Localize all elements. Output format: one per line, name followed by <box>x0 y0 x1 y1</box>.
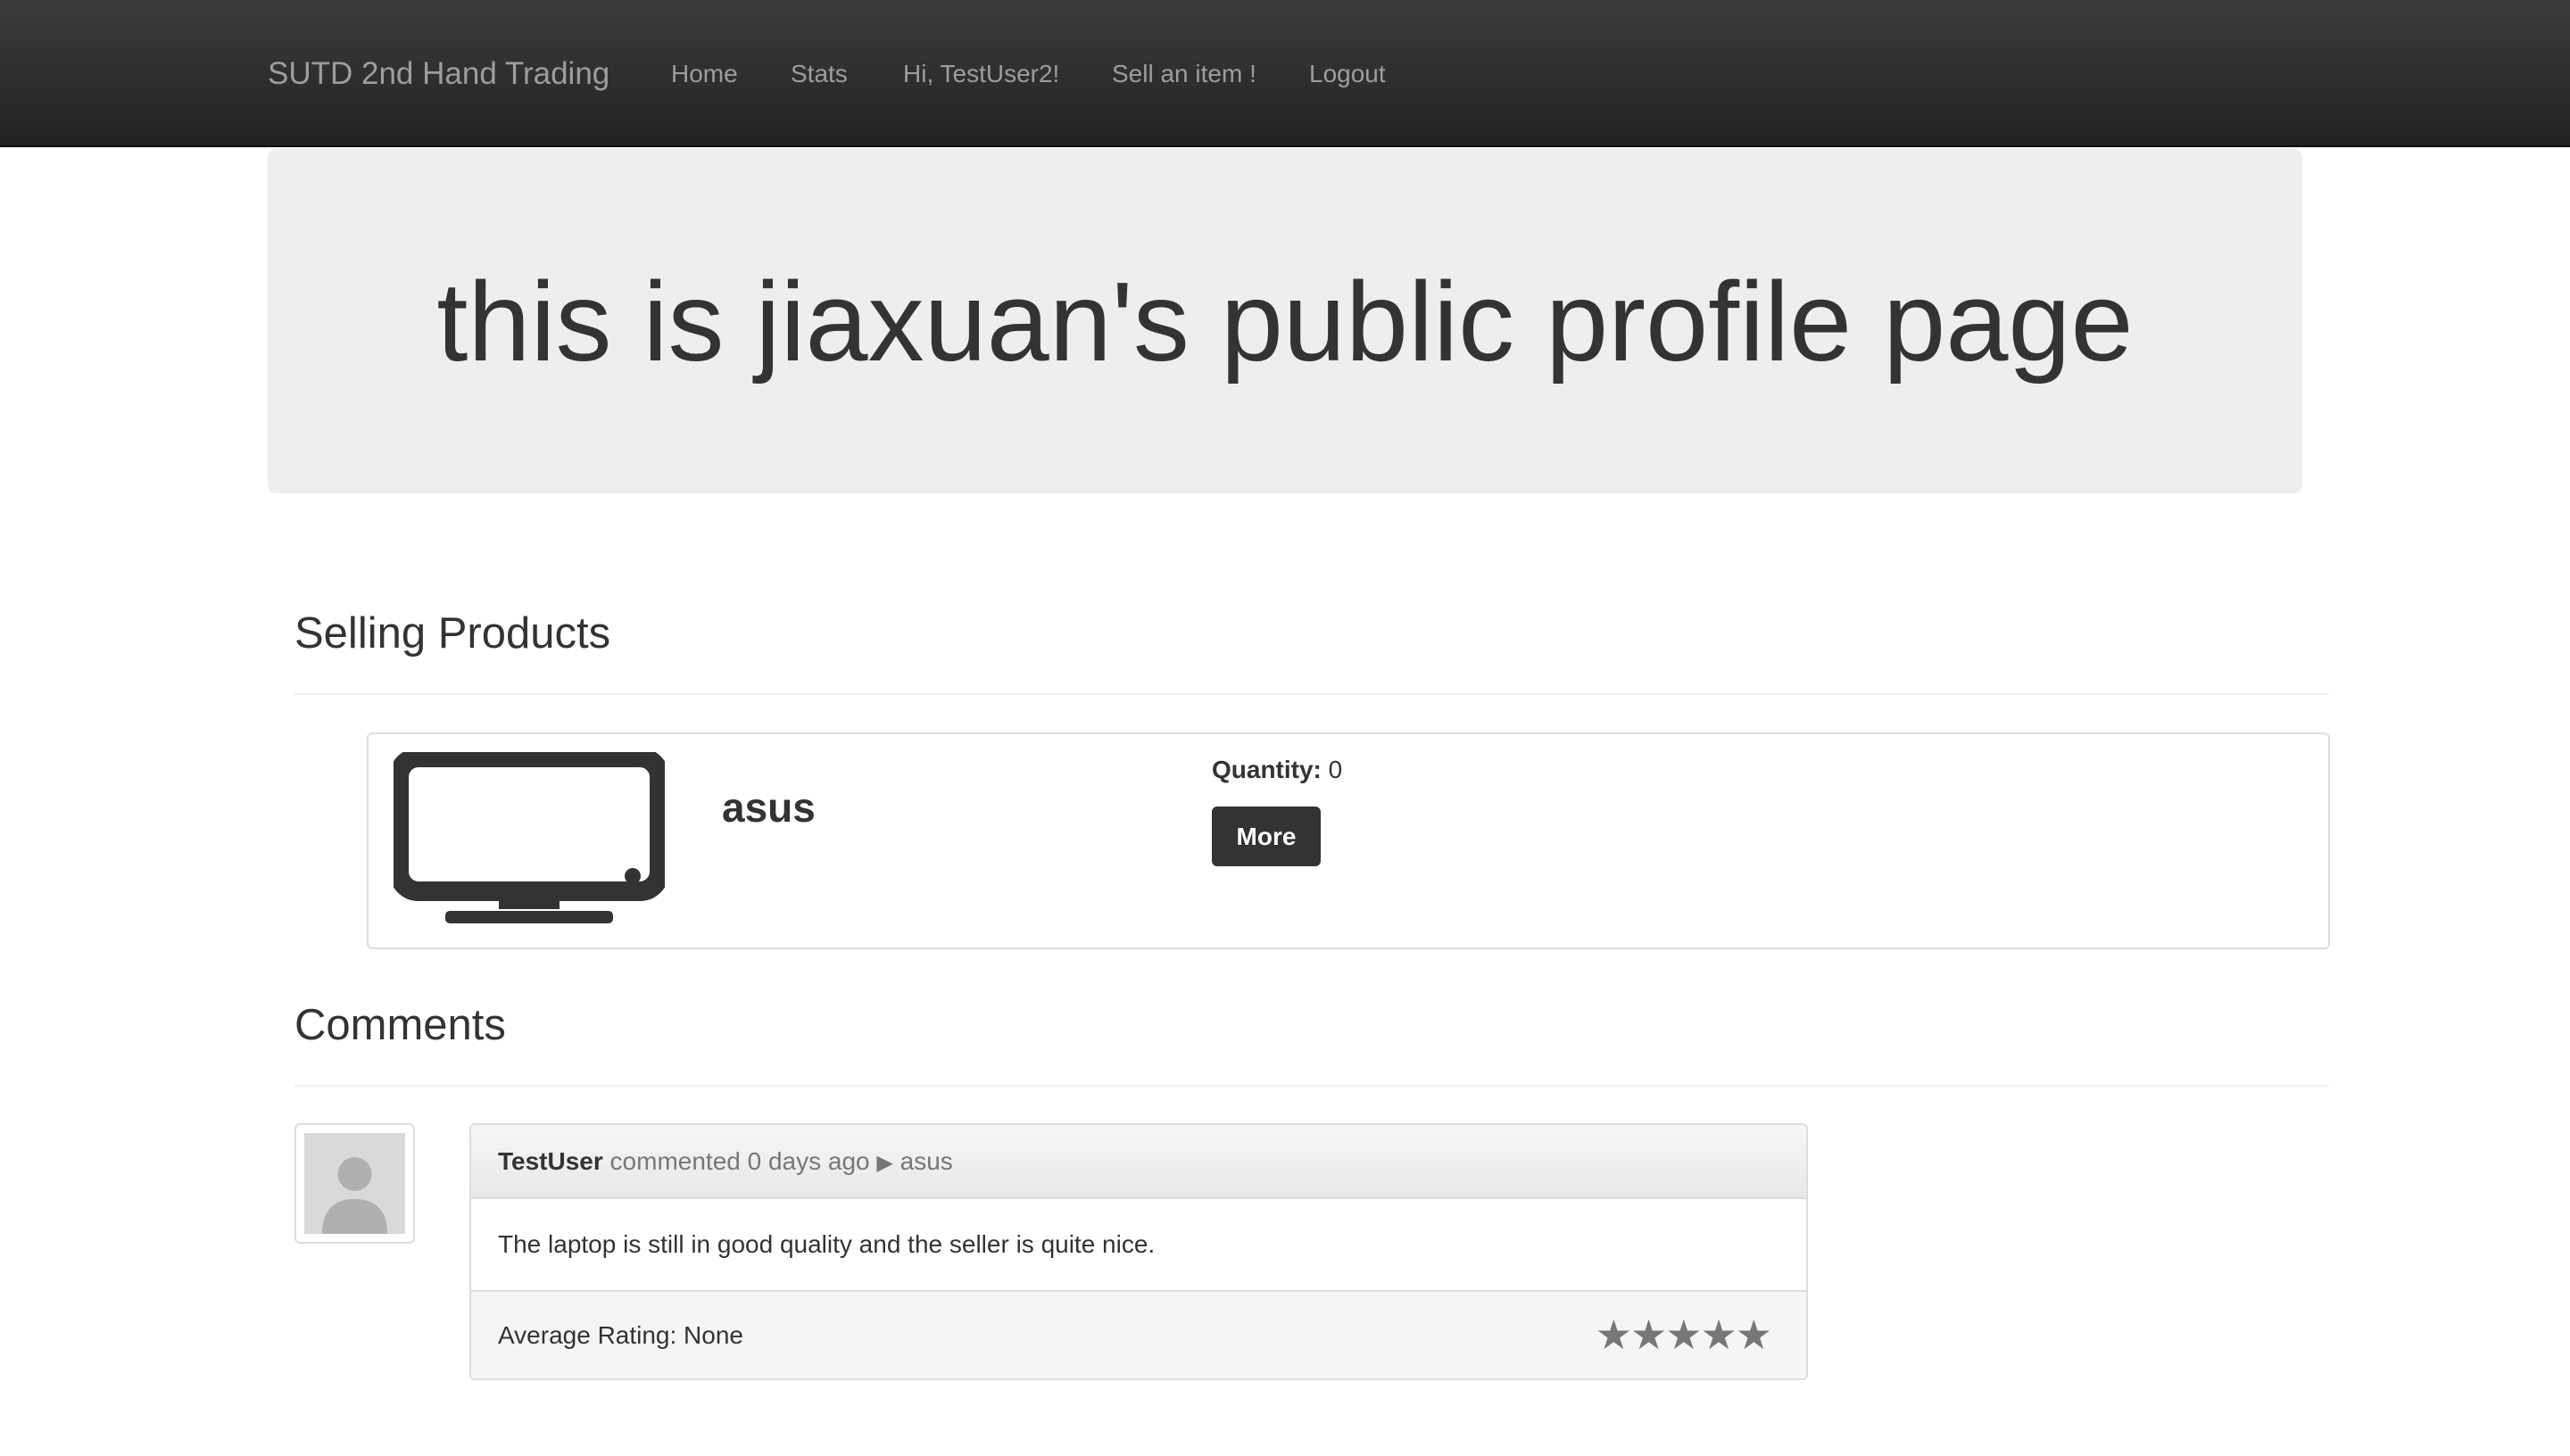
product-card: asus Quantity: 0 More <box>367 732 2330 949</box>
comment-header: TestUser commented 0 days ago ▶ asus <box>471 1125 1806 1199</box>
comment-text: The laptop is still in good quality and … <box>498 1230 1156 1258</box>
quantity-value: 0 <box>1328 756 1343 783</box>
nav-logout-link[interactable]: Logout <box>1309 0 1386 147</box>
avatar <box>294 1123 415 1244</box>
comment-action: commented 0 days ago <box>609 1147 870 1175</box>
comment-panel: TestUser commented 0 days ago ▶ asus The… <box>469 1123 1808 1380</box>
comment-target-link[interactable]: asus <box>900 1147 953 1175</box>
brand-link[interactable]: SUTD 2nd Hand Trading <box>268 0 609 147</box>
comments-heading: Comments <box>294 1001 506 1049</box>
selling-products-heading: Selling Products <box>294 609 611 658</box>
page-title: this is jiaxuan's public profile page <box>436 258 2134 385</box>
nav-stats-link[interactable]: Stats <box>791 0 848 147</box>
product-quantity: Quantity: 0 <box>1212 756 1342 784</box>
monitor-icon <box>394 752 665 923</box>
star-rating[interactable]: ★★★★★ <box>1596 1292 1772 1378</box>
comment-author[interactable]: TestUser <box>498 1147 603 1175</box>
quantity-label: Quantity: <box>1212 756 1322 783</box>
nav-sell-item-link[interactable]: Sell an item ! <box>1112 0 1256 147</box>
average-rating-text: Average Rating: None <box>498 1321 743 1349</box>
more-button[interactable]: More <box>1212 807 1321 866</box>
product-name[interactable]: asus <box>722 783 816 831</box>
user-placeholder-icon <box>304 1133 405 1234</box>
top-navbar: SUTD 2nd Hand Trading Home Stats Hi, Tes… <box>0 0 2570 147</box>
comment-footer: Average Rating: None ★★★★★ <box>471 1290 1806 1378</box>
nav-user-greeting-link[interactable]: Hi, TestUser2! <box>903 0 1059 147</box>
play-arrow-icon: ▶ <box>876 1151 893 1175</box>
section-divider <box>294 1085 2329 1087</box>
profile-jumbotron: this is jiaxuan's public profile page <box>268 149 2302 493</box>
section-divider <box>294 693 2329 695</box>
nav-home-link[interactable]: Home <box>671 0 738 147</box>
